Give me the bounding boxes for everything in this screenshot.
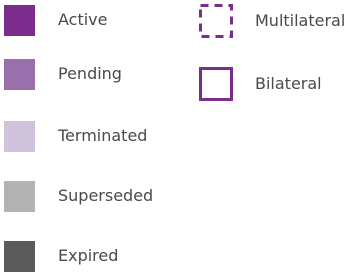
dashed-outline-swatch [199, 4, 233, 38]
superseded-label: Superseded [58, 186, 154, 205]
expired-color-swatch [4, 241, 35, 272]
pending-label: Pending [58, 64, 122, 83]
terminated-label: Terminated [58, 126, 148, 145]
bilateral-label: Bilateral [255, 74, 322, 93]
active-label: Active [58, 10, 108, 29]
solid-outline-swatch [199, 67, 233, 101]
pending-color-swatch [4, 59, 35, 90]
active-color-swatch [4, 5, 35, 36]
multilateral-label: Multilateral [255, 11, 346, 30]
terminated-color-swatch [4, 121, 35, 152]
superseded-color-swatch [4, 181, 35, 212]
expired-label: Expired [58, 246, 119, 265]
